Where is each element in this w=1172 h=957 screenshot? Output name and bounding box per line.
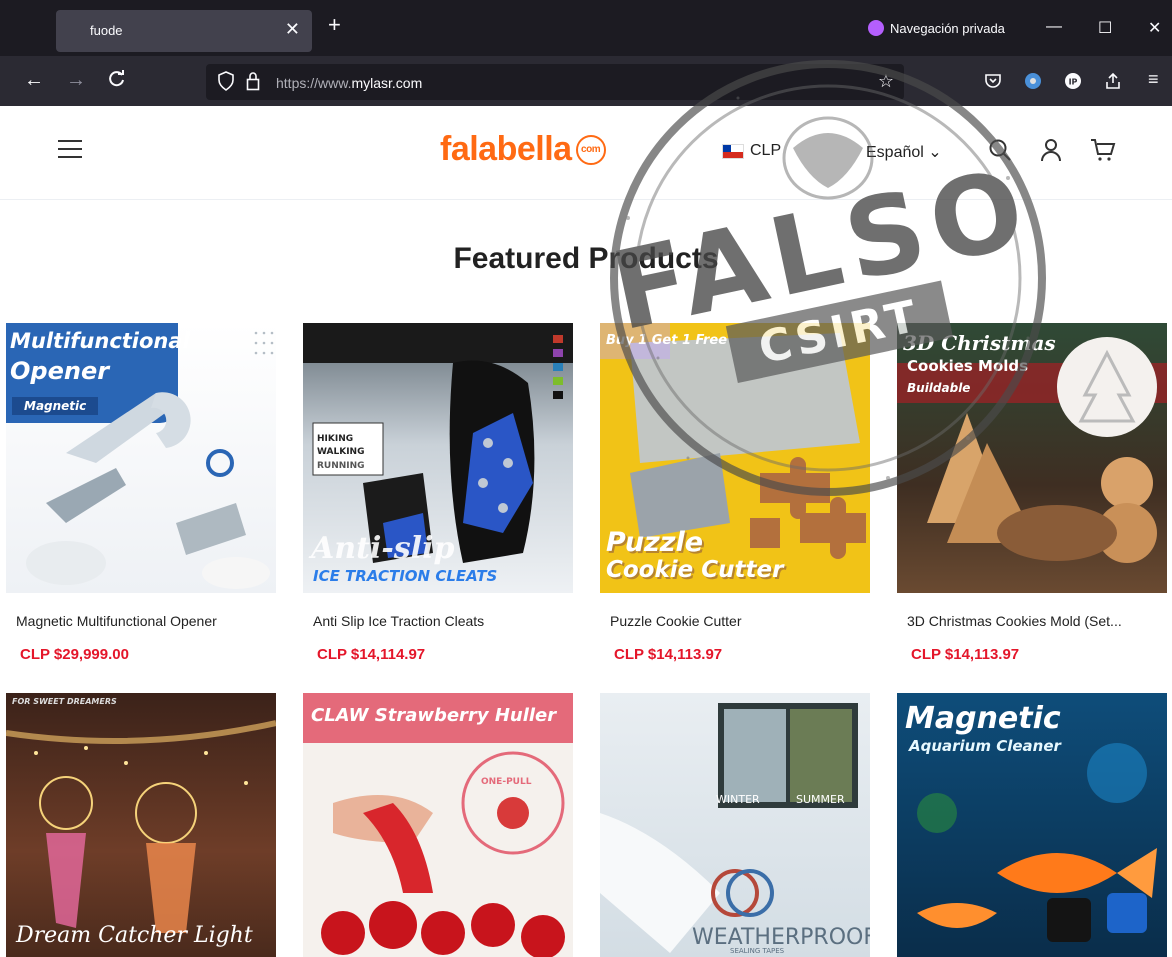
account-icon[interactable] — [1040, 138, 1062, 167]
tracking-shield-icon[interactable] — [218, 71, 234, 96]
product-price: CLP $29,999.00 — [20, 646, 129, 663]
chile-flag-icon — [722, 143, 744, 159]
reload-icon[interactable] — [108, 70, 126, 92]
cart-icon[interactable] — [1090, 138, 1116, 167]
close-tab-icon[interactable]: ✕ — [285, 19, 300, 40]
product-image[interactable]: Multifunctional Opener Magnetic — [6, 323, 276, 593]
tab-title: fuode — [90, 23, 123, 38]
product-image[interactable]: 3D Christmas Cookies Molds Buildable — [897, 323, 1167, 593]
product-name[interactable]: Magnetic Multifunctional Opener — [16, 613, 274, 629]
image-caption: Cookie Cutter — [606, 557, 784, 583]
product-card[interactable]: Multifunctional Opener Magnetic Magnetic… — [6, 323, 276, 663]
private-browsing-label: Navegación privada — [890, 20, 1005, 36]
product-name[interactable]: 3D Christmas Cookies Mold (Set... — [907, 613, 1165, 629]
ip-extension-icon[interactable]: IP — [1064, 72, 1082, 95]
logo-text: falabella — [440, 130, 572, 168]
product-image[interactable]: CLAW Strawberry Huller ONE-PULL — [303, 693, 573, 957]
close-window-icon[interactable]: ✕ — [1148, 18, 1161, 38]
product-price: CLP $14,114.97 — [317, 646, 426, 663]
image-caption: SUMMER — [796, 793, 845, 806]
site-header: falabella com CLP Español ⌄ — [0, 106, 1172, 200]
new-tab-icon[interactable]: + — [328, 14, 341, 36]
image-caption: Buildable — [907, 381, 971, 395]
product-card[interactable]: FOR SWEET DREAMERS Dream Catcher Light — [6, 693, 276, 957]
search-icon[interactable] — [988, 138, 1012, 167]
image-caption: WALKING — [317, 447, 365, 457]
url-text[interactable]: https://www.mylasr.com — [276, 75, 422, 91]
chevron-down-icon: ⌄ — [928, 144, 942, 161]
hamburger-menu-icon[interactable] — [58, 140, 82, 163]
browser-tab-strip: fuode ✕ + Navegación privada — ☐ ✕ — [0, 0, 1172, 56]
language-label: Español — [866, 144, 924, 161]
product-image[interactable]: FOR SWEET DREAMERS Dream Catcher Light — [6, 693, 276, 957]
browser-toolbar: ← → https://www.mylasr.com ☆ IP ≡ — [0, 56, 1172, 106]
image-caption: ONE-PULL — [481, 777, 532, 787]
lock-icon[interactable] — [246, 71, 260, 96]
minimize-icon[interactable]: — — [1046, 18, 1062, 36]
image-caption: HIKING — [317, 434, 354, 444]
url-prefix: https://www. — [276, 75, 352, 91]
language-selector[interactable]: Español ⌄ — [866, 142, 942, 162]
private-mask-icon — [868, 20, 884, 36]
product-card[interactable]: CLAW Strawberry Huller ONE-PULL — [303, 693, 573, 957]
bookmark-star-icon[interactable]: ☆ — [878, 71, 894, 92]
browser-tab[interactable]: fuode ✕ — [56, 10, 312, 52]
image-caption: Puzzle — [606, 527, 704, 558]
product-image[interactable]: HIKING WALKING RUNNING Anti-slip ICE TRA… — [303, 323, 573, 593]
product-image[interactable]: WINTER SUMMER WEATHERPROOF SEALING TAPES — [600, 693, 870, 957]
currency-selector[interactable]: CLP — [722, 142, 781, 160]
product-card[interactable]: Buy 1 Get 1 Free Puzzle Cookie Cutter Pu… — [600, 323, 870, 663]
product-image[interactable]: Magnetic Aquarium Cleaner — [897, 693, 1167, 957]
share-icon[interactable] — [1104, 72, 1122, 95]
pocket-icon[interactable] — [984, 72, 1002, 95]
product-name[interactable]: Puzzle Cookie Cutter — [610, 613, 868, 629]
image-caption: Cookies Molds — [907, 357, 1029, 375]
product-image[interactable]: Buy 1 Get 1 Free Puzzle Cookie Cutter — [600, 323, 870, 593]
image-caption: FOR SWEET DREAMERS — [12, 697, 117, 706]
image-caption: Anti-slip — [311, 531, 455, 566]
image-caption: Aquarium Cleaner — [909, 737, 1061, 755]
product-card[interactable]: 3D Christmas Cookies Molds Buildable 3D … — [897, 323, 1167, 663]
product-card[interactable]: HIKING WALKING RUNNING Anti-slip ICE TRA… — [303, 323, 573, 663]
extension-icon[interactable] — [1024, 72, 1042, 95]
image-caption: Buy 1 Get 1 Free — [606, 333, 728, 348]
svg-text:IP: IP — [1069, 78, 1078, 87]
product-card[interactable]: WINTER SUMMER WEATHERPROOF SEALING TAPES — [600, 693, 870, 957]
app-menu-icon[interactable]: ≡ — [1148, 69, 1159, 90]
currency-label: CLP — [750, 142, 782, 159]
image-caption: 3D Christmas — [903, 331, 1056, 355]
image-caption: ICE TRACTION CLEATS — [313, 567, 498, 585]
forward-icon[interactable]: → — [66, 70, 86, 90]
private-browsing-indicator: Navegación privada — [868, 20, 1005, 36]
image-caption: Magnetic — [905, 701, 1061, 736]
logo-com-badge: com — [575, 134, 606, 165]
image-caption: Dream Catcher Light — [16, 923, 253, 948]
falabella-logo[interactable]: falabella com — [440, 130, 606, 169]
address-bar[interactable]: https://www.mylasr.com ☆ — [206, 64, 904, 100]
maximize-icon[interactable]: ☐ — [1098, 18, 1112, 38]
image-caption: WINTER — [716, 793, 760, 806]
image-caption: SEALING TAPES — [730, 947, 785, 955]
url-domain: mylasr.com — [351, 75, 423, 91]
product-card[interactable]: Magnetic Aquarium Cleaner — [897, 693, 1167, 957]
product-price: CLP $14,113.97 — [614, 646, 723, 663]
product-price: CLP $14,113.97 — [911, 646, 1020, 663]
back-icon[interactable]: ← — [24, 70, 44, 90]
product-name[interactable]: Anti Slip Ice Traction Cleats — [313, 613, 571, 629]
section-title: Featured Products — [453, 242, 719, 275]
image-caption: RUNNING — [317, 461, 365, 471]
